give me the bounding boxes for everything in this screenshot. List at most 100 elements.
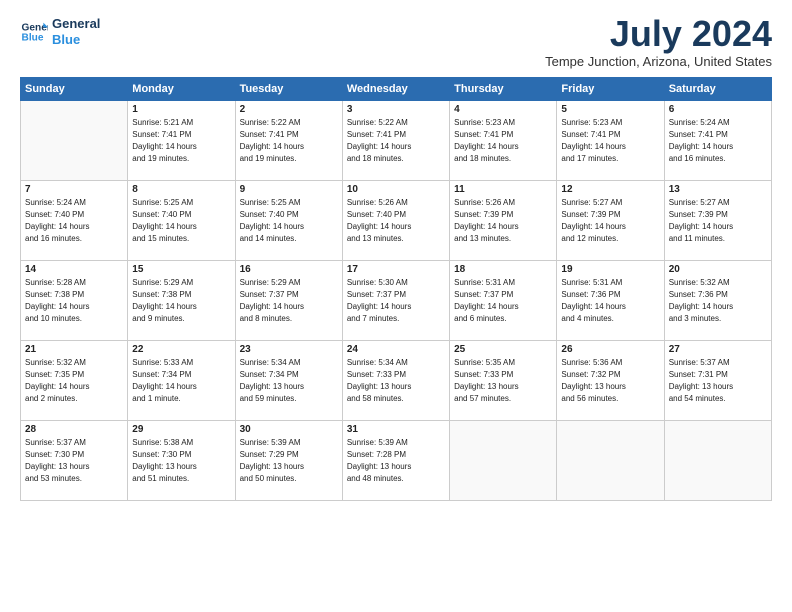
weekday-header-saturday: Saturday bbox=[664, 78, 771, 101]
location: Tempe Junction, Arizona, United States bbox=[545, 54, 772, 69]
calendar-cell: 6 Sunrise: 5:24 AMSunset: 7:41 PMDaylight… bbox=[664, 101, 771, 181]
svg-text:Blue: Blue bbox=[22, 32, 44, 43]
logo-text-blue: Blue bbox=[52, 32, 100, 48]
day-number: 17 bbox=[347, 264, 445, 275]
day-info: Sunrise: 5:27 AMSunset: 7:39 PMDaylight:… bbox=[669, 197, 767, 245]
day-number: 6 bbox=[669, 104, 767, 115]
weekday-header-sunday: Sunday bbox=[21, 78, 128, 101]
day-number: 2 bbox=[240, 104, 338, 115]
calendar-cell: 29 Sunrise: 5:38 AMSunset: 7:30 PMDayligh… bbox=[128, 421, 235, 501]
calendar-cell: 2 Sunrise: 5:22 AMSunset: 7:41 PMDaylight… bbox=[235, 101, 342, 181]
calendar-cell: 25 Sunrise: 5:35 AMSunset: 7:33 PMDayligh… bbox=[450, 341, 557, 421]
calendar-cell bbox=[21, 101, 128, 181]
page-header: General Blue General Blue July 2024 Temp… bbox=[20, 16, 772, 69]
day-info: Sunrise: 5:24 AMSunset: 7:41 PMDaylight:… bbox=[669, 117, 767, 165]
calendar-cell bbox=[557, 421, 664, 501]
calendar-cell: 26 Sunrise: 5:36 AMSunset: 7:32 PMDayligh… bbox=[557, 341, 664, 421]
weekday-header-monday: Monday bbox=[128, 78, 235, 101]
calendar-cell: 14Sunrise: 5:28 AMSunset: 7:38 PMDayligh… bbox=[21, 261, 128, 341]
day-info: Sunrise: 5:22 AMSunset: 7:41 PMDaylight:… bbox=[240, 117, 338, 165]
weekday-header-thursday: Thursday bbox=[450, 78, 557, 101]
logo-icon: General Blue bbox=[20, 18, 48, 46]
day-number: 19 bbox=[561, 264, 659, 275]
logo: General Blue General Blue bbox=[20, 16, 100, 47]
month-title: July 2024 bbox=[545, 16, 772, 52]
calendar-cell: 8Sunrise: 5:25 AMSunset: 7:40 PMDaylight… bbox=[128, 181, 235, 261]
day-info: Sunrise: 5:37 AMSunset: 7:31 PMDaylight:… bbox=[669, 357, 767, 405]
day-info: Sunrise: 5:23 AMSunset: 7:41 PMDaylight:… bbox=[454, 117, 552, 165]
logo-text-general: General bbox=[52, 16, 100, 32]
calendar-table: SundayMondayTuesdayWednesdayThursdayFrid… bbox=[20, 77, 772, 501]
day-info: Sunrise: 5:33 AMSunset: 7:34 PMDaylight:… bbox=[132, 357, 230, 405]
day-number: 29 bbox=[132, 424, 230, 435]
day-number: 26 bbox=[561, 344, 659, 355]
day-number: 4 bbox=[454, 104, 552, 115]
day-number: 1 bbox=[132, 104, 230, 115]
day-number: 14 bbox=[25, 264, 123, 275]
calendar-cell: 31 Sunrise: 5:39 AMSunset: 7:28 PMDayligh… bbox=[342, 421, 449, 501]
day-info: Sunrise: 5:39 AMSunset: 7:29 PMDaylight:… bbox=[240, 437, 338, 485]
calendar-cell: 7Sunrise: 5:24 AMSunset: 7:40 PMDaylight… bbox=[21, 181, 128, 261]
calendar-cell: 20Sunrise: 5:32 AMSunset: 7:36 PMDayligh… bbox=[664, 261, 771, 341]
day-info: Sunrise: 5:31 AMSunset: 7:36 PMDaylight:… bbox=[561, 277, 659, 325]
day-number: 9 bbox=[240, 184, 338, 195]
day-info: Sunrise: 5:34 AMSunset: 7:34 PMDaylight:… bbox=[240, 357, 338, 405]
title-block: July 2024 Tempe Junction, Arizona, Unite… bbox=[545, 16, 772, 69]
weekday-header-friday: Friday bbox=[557, 78, 664, 101]
day-info: Sunrise: 5:29 AMSunset: 7:38 PMDaylight:… bbox=[132, 277, 230, 325]
day-info: Sunrise: 5:30 AMSunset: 7:37 PMDaylight:… bbox=[347, 277, 445, 325]
weekday-header-row: SundayMondayTuesdayWednesdayThursdayFrid… bbox=[21, 78, 772, 101]
day-number: 15 bbox=[132, 264, 230, 275]
day-info: Sunrise: 5:31 AMSunset: 7:37 PMDaylight:… bbox=[454, 277, 552, 325]
day-info: Sunrise: 5:29 AMSunset: 7:37 PMDaylight:… bbox=[240, 277, 338, 325]
day-number: 27 bbox=[669, 344, 767, 355]
calendar-cell: 23 Sunrise: 5:34 AMSunset: 7:34 PMDayligh… bbox=[235, 341, 342, 421]
day-number: 11 bbox=[454, 184, 552, 195]
calendar-cell: 28Sunrise: 5:37 AMSunset: 7:30 PMDayligh… bbox=[21, 421, 128, 501]
day-info: Sunrise: 5:35 AMSunset: 7:33 PMDaylight:… bbox=[454, 357, 552, 405]
day-info: Sunrise: 5:26 AMSunset: 7:40 PMDaylight:… bbox=[347, 197, 445, 245]
day-info: Sunrise: 5:38 AMSunset: 7:30 PMDaylight:… bbox=[132, 437, 230, 485]
day-info: Sunrise: 5:39 AMSunset: 7:28 PMDaylight:… bbox=[347, 437, 445, 485]
calendar-cell: 24Sunrise: 5:34 AMSunset: 7:33 PMDayligh… bbox=[342, 341, 449, 421]
calendar-cell: 4 Sunrise: 5:23 AMSunset: 7:41 PMDaylight… bbox=[450, 101, 557, 181]
day-info: Sunrise: 5:22 AMSunset: 7:41 PMDaylight:… bbox=[347, 117, 445, 165]
calendar-cell bbox=[450, 421, 557, 501]
calendar-cell: 9Sunrise: 5:25 AMSunset: 7:40 PMDaylight… bbox=[235, 181, 342, 261]
calendar-week-3: 14Sunrise: 5:28 AMSunset: 7:38 PMDayligh… bbox=[21, 261, 772, 341]
weekday-header-tuesday: Tuesday bbox=[235, 78, 342, 101]
calendar-cell: 22 Sunrise: 5:33 AMSunset: 7:34 PMDayligh… bbox=[128, 341, 235, 421]
day-number: 18 bbox=[454, 264, 552, 275]
day-info: Sunrise: 5:25 AMSunset: 7:40 PMDaylight:… bbox=[132, 197, 230, 245]
calendar-week-1: 1 Sunrise: 5:21 AMSunset: 7:41 PMDaylight… bbox=[21, 101, 772, 181]
calendar-cell: 18 Sunrise: 5:31 AMSunset: 7:37 PMDayligh… bbox=[450, 261, 557, 341]
day-info: Sunrise: 5:23 AMSunset: 7:41 PMDaylight:… bbox=[561, 117, 659, 165]
calendar-cell: 16Sunrise: 5:29 AMSunset: 7:37 PMDayligh… bbox=[235, 261, 342, 341]
calendar-cell: 3 Sunrise: 5:22 AMSunset: 7:41 PMDaylight… bbox=[342, 101, 449, 181]
calendar-cell: 13 Sunrise: 5:27 AMSunset: 7:39 PMDayligh… bbox=[664, 181, 771, 261]
calendar-cell: 27 Sunrise: 5:37 AMSunset: 7:31 PMDayligh… bbox=[664, 341, 771, 421]
day-number: 24 bbox=[347, 344, 445, 355]
calendar-cell: 5 Sunrise: 5:23 AMSunset: 7:41 PMDaylight… bbox=[557, 101, 664, 181]
day-info: Sunrise: 5:24 AMSunset: 7:40 PMDaylight:… bbox=[25, 197, 123, 245]
calendar-week-5: 28Sunrise: 5:37 AMSunset: 7:30 PMDayligh… bbox=[21, 421, 772, 501]
day-number: 10 bbox=[347, 184, 445, 195]
day-number: 25 bbox=[454, 344, 552, 355]
day-number: 3 bbox=[347, 104, 445, 115]
calendar-cell: 30Sunrise: 5:39 AMSunset: 7:29 PMDayligh… bbox=[235, 421, 342, 501]
calendar-week-2: 7Sunrise: 5:24 AMSunset: 7:40 PMDaylight… bbox=[21, 181, 772, 261]
day-info: Sunrise: 5:27 AMSunset: 7:39 PMDaylight:… bbox=[561, 197, 659, 245]
day-number: 20 bbox=[669, 264, 767, 275]
day-info: Sunrise: 5:37 AMSunset: 7:30 PMDaylight:… bbox=[25, 437, 123, 485]
day-number: 13 bbox=[669, 184, 767, 195]
day-number: 31 bbox=[347, 424, 445, 435]
day-number: 22 bbox=[132, 344, 230, 355]
day-number: 5 bbox=[561, 104, 659, 115]
day-info: Sunrise: 5:21 AMSunset: 7:41 PMDaylight:… bbox=[132, 117, 230, 165]
day-info: Sunrise: 5:26 AMSunset: 7:39 PMDaylight:… bbox=[454, 197, 552, 245]
day-number: 12 bbox=[561, 184, 659, 195]
calendar-cell bbox=[664, 421, 771, 501]
calendar-cell: 11 Sunrise: 5:26 AMSunset: 7:39 PMDayligh… bbox=[450, 181, 557, 261]
day-number: 23 bbox=[240, 344, 338, 355]
day-info: Sunrise: 5:36 AMSunset: 7:32 PMDaylight:… bbox=[561, 357, 659, 405]
